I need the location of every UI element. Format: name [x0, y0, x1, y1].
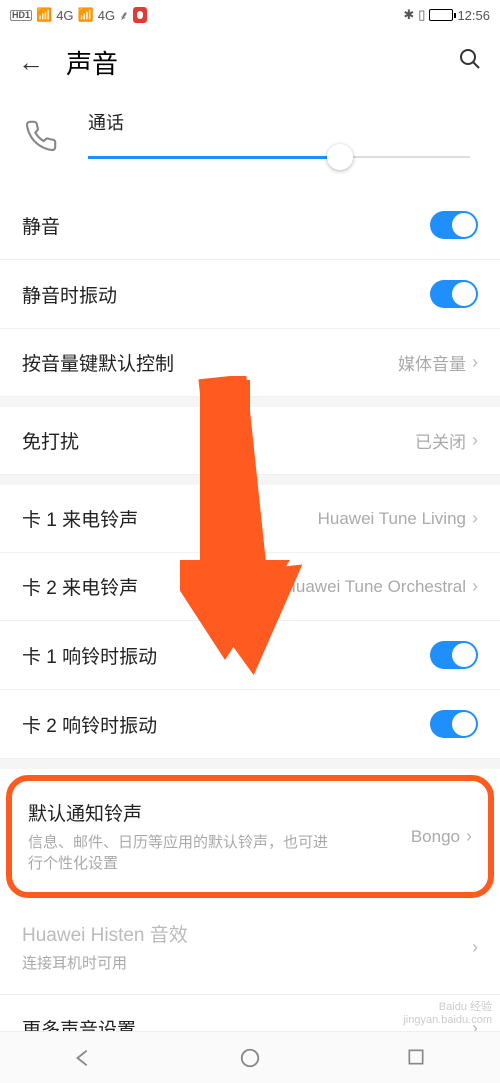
- label: 按音量键默认控制: [22, 349, 398, 376]
- page-title: 声音: [66, 44, 458, 81]
- bluetooth-icon: ✱: [403, 7, 414, 23]
- row-volume-default[interactable]: 按音量键默认控制 媒体音量 ›: [0, 329, 500, 397]
- sublabel: 连接耳机时可用: [22, 953, 322, 974]
- slider-thumb[interactable]: [327, 144, 353, 170]
- label: 静音: [22, 212, 430, 239]
- chevron-right-icon: ›: [466, 826, 472, 847]
- mic-icon: [133, 7, 147, 23]
- back-button[interactable]: ←: [18, 47, 44, 78]
- value: Bongo: [411, 827, 460, 847]
- label: 卡 2 响铃时振动: [22, 711, 430, 738]
- sublabel: 信息、邮件、日历等应用的默认铃声，也可进行个性化设置: [28, 832, 328, 874]
- status-bar: HD1 📶 4G 📶 4G HD2 ⸙ ✱ ▯ 12:56: [0, 0, 500, 30]
- net-1: 4G: [56, 8, 73, 23]
- chevron-right-icon: ›: [472, 508, 478, 529]
- net-2: 4G: [98, 8, 115, 23]
- clock: 12:56: [457, 8, 490, 23]
- row-dnd[interactable]: 免打扰 已关闭 ›: [0, 407, 500, 475]
- row-histen: Huawei Histen 音效 连接耳机时可用 ›: [0, 900, 500, 995]
- label: Huawei Histen 音效: [22, 920, 468, 947]
- watermark: Baidu 经验 jingyan.baidu.com: [403, 1001, 492, 1027]
- value: 已关闭: [415, 428, 466, 453]
- mute-toggle[interactable]: [430, 211, 478, 239]
- nav-back-button[interactable]: [72, 1047, 94, 1069]
- label: 卡 1 来电铃声: [22, 505, 318, 532]
- annotation-highlight: 默认通知铃声 信息、邮件、日历等应用的默认铃声，也可进行个性化设置 Bongo …: [6, 775, 494, 898]
- chevron-right-icon: ›: [472, 352, 478, 373]
- label: 静音时振动: [22, 281, 430, 308]
- vibrate-mute-toggle[interactable]: [430, 280, 478, 308]
- battery-icon: [429, 9, 453, 21]
- search-icon[interactable]: [458, 47, 482, 78]
- sim1-vibrate-toggle[interactable]: [430, 641, 478, 669]
- row-vibrate-on-mute[interactable]: 静音时振动: [0, 260, 500, 329]
- value: 媒体音量: [398, 350, 466, 375]
- row-sim2-vibrate[interactable]: 卡 2 响铃时振动: [0, 690, 500, 759]
- label: 卡 1 响铃时振动: [22, 642, 430, 669]
- row-mute[interactable]: 静音: [0, 191, 500, 260]
- nav-home-button[interactable]: [239, 1047, 261, 1069]
- call-volume-section: 通话: [0, 99, 500, 191]
- vibrate-icon: ▯: [418, 7, 425, 23]
- value: Huawei Tune Living: [318, 509, 466, 529]
- call-volume-label: 通话: [88, 109, 470, 135]
- chevron-right-icon: ›: [472, 937, 478, 958]
- sim2-vibrate-toggle[interactable]: [430, 710, 478, 738]
- nav-bar: [0, 1031, 500, 1083]
- label: 卡 2 来电铃声: [22, 573, 284, 600]
- signal-2-icon: 📶: [78, 7, 94, 23]
- wifi-icon: ⸙: [119, 6, 129, 24]
- label: 默认通知铃声: [28, 799, 411, 826]
- hd1-badge: HD1: [10, 10, 32, 21]
- row-sim1-ringtone[interactable]: 卡 1 来电铃声 Huawei Tune Living ›: [0, 485, 500, 553]
- phone-icon: [24, 119, 64, 158]
- call-volume-slider[interactable]: [88, 147, 470, 167]
- chevron-right-icon: ›: [472, 576, 478, 597]
- chevron-right-icon: ›: [472, 430, 478, 451]
- row-sim2-ringtone[interactable]: 卡 2 来电铃声 Huawei Tune Orchestral ›: [0, 553, 500, 621]
- row-sim1-vibrate[interactable]: 卡 1 响铃时振动: [0, 621, 500, 690]
- label: 免打扰: [22, 427, 415, 454]
- watermark-brand: Baidu 经验: [403, 1001, 492, 1014]
- signal-1-icon: 📶: [36, 7, 52, 23]
- row-default-notification[interactable]: 默认通知铃声 信息、邮件、日历等应用的默认铃声，也可进行个性化设置 Bongo …: [12, 781, 488, 892]
- nav-recent-button[interactable]: [406, 1047, 428, 1069]
- watermark-url: jingyan.baidu.com: [403, 1014, 492, 1027]
- header: ← 声音: [0, 30, 500, 99]
- value: Huawei Tune Orchestral: [284, 577, 466, 597]
